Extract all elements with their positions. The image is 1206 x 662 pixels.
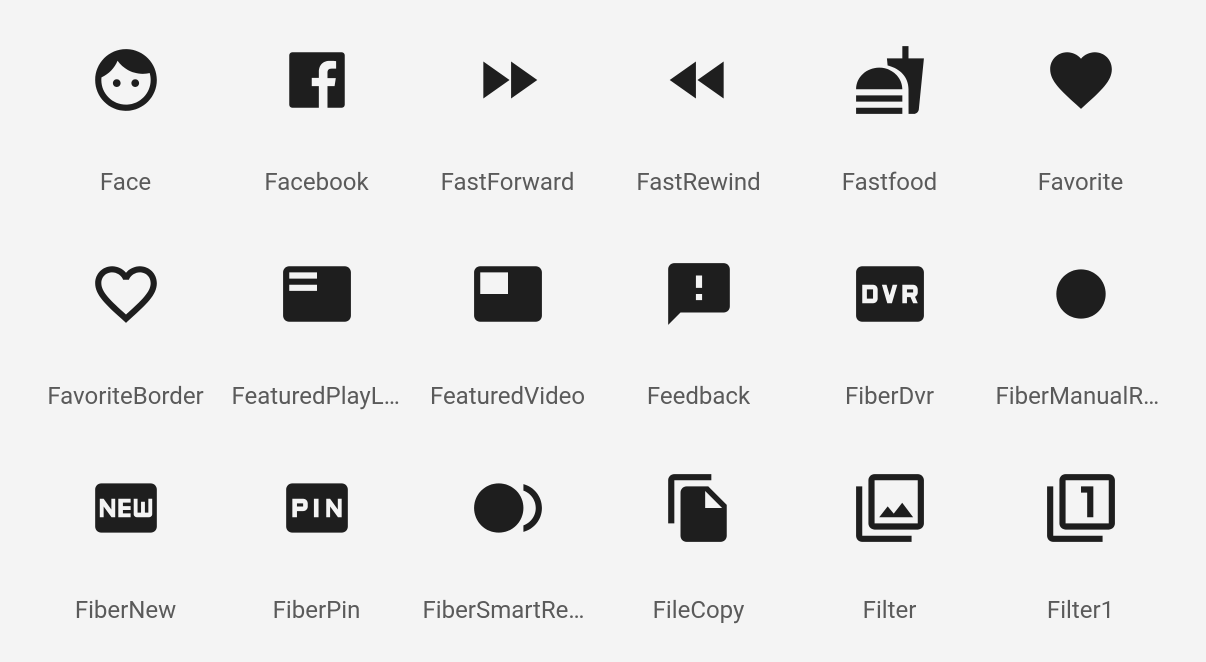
icon-label: Favorite <box>1038 168 1123 196</box>
icon-cell-featuredvideo[interactable]: FeaturedVideo <box>412 224 603 438</box>
icon-label: Fastfood <box>842 168 937 196</box>
icon-label: FeaturedPlayList <box>232 382 402 410</box>
feedback-icon <box>662 244 736 344</box>
icon-cell-featuredplaylist[interactable]: FeaturedPlayList <box>221 224 412 438</box>
icon-label: FastForward <box>441 168 575 196</box>
icon-label: Face <box>100 168 151 196</box>
icon-cell-fastforward[interactable]: FastForward <box>412 10 603 224</box>
icon-label: FavoriteBorder <box>47 382 203 410</box>
icon-cell-fastfood[interactable]: Fastfood <box>794 10 985 224</box>
icon-cell-filter[interactable]: Filter <box>794 438 985 652</box>
icon-cell-filter1[interactable]: Filter1 <box>985 438 1176 652</box>
icon-cell-fibernew[interactable]: FiberNew <box>30 438 221 652</box>
fiber-smart-record-icon <box>471 458 545 558</box>
fiber-dvr-icon <box>853 244 927 344</box>
icon-cell-favoriteborder[interactable]: FavoriteBorder <box>30 224 221 438</box>
fiber-pin-icon <box>280 458 354 558</box>
filter-icon <box>853 458 927 558</box>
icon-label: FiberSmartRecord <box>423 596 593 624</box>
favorite-border-icon <box>89 244 163 344</box>
featured-play-list-icon <box>280 244 354 344</box>
icon-cell-face[interactable]: Face <box>30 10 221 224</box>
filter-1-icon <box>1044 458 1118 558</box>
icon-cell-fiberpin[interactable]: FiberPin <box>221 438 412 652</box>
icon-cell-favorite[interactable]: Favorite <box>985 10 1176 224</box>
icon-label: FiberManualRecord <box>996 382 1166 410</box>
icon-label: FiberDvr <box>845 382 934 410</box>
icon-cell-facebook[interactable]: Facebook <box>221 10 412 224</box>
icon-label: Facebook <box>264 168 368 196</box>
icon-cell-filecopy[interactable]: FileCopy <box>603 438 794 652</box>
face-icon <box>89 30 163 130</box>
fastfood-icon <box>853 30 927 130</box>
featured-video-icon <box>471 244 545 344</box>
icon-label: FeaturedVideo <box>430 382 585 410</box>
icon-cell-fastrewind[interactable]: FastRewind <box>603 10 794 224</box>
fast-rewind-icon <box>662 30 736 130</box>
icon-label: FiberPin <box>273 596 361 624</box>
icon-label: Feedback <box>647 382 750 410</box>
icon-cell-fibersmartrecord[interactable]: FiberSmartRecord <box>412 438 603 652</box>
icon-label: FastRewind <box>636 168 760 196</box>
icon-label: Filter <box>863 596 917 624</box>
file-copy-icon <box>662 458 736 558</box>
icon-cell-feedback[interactable]: Feedback <box>603 224 794 438</box>
icon-grid: Face Facebook FastForward FastRewind Fas… <box>0 0 1206 662</box>
fiber-new-icon <box>89 458 163 558</box>
facebook-icon <box>280 30 354 130</box>
icon-label: FiberNew <box>75 596 176 624</box>
icon-cell-fiberdvr[interactable]: FiberDvr <box>794 224 985 438</box>
favorite-icon <box>1044 30 1118 130</box>
icon-label: FileCopy <box>653 596 745 624</box>
icon-label: Filter1 <box>1047 596 1114 624</box>
fiber-manual-record-icon <box>1044 244 1118 344</box>
icon-cell-fibermanualrecord[interactable]: FiberManualRecord <box>985 224 1176 438</box>
fast-forward-icon <box>471 30 545 130</box>
